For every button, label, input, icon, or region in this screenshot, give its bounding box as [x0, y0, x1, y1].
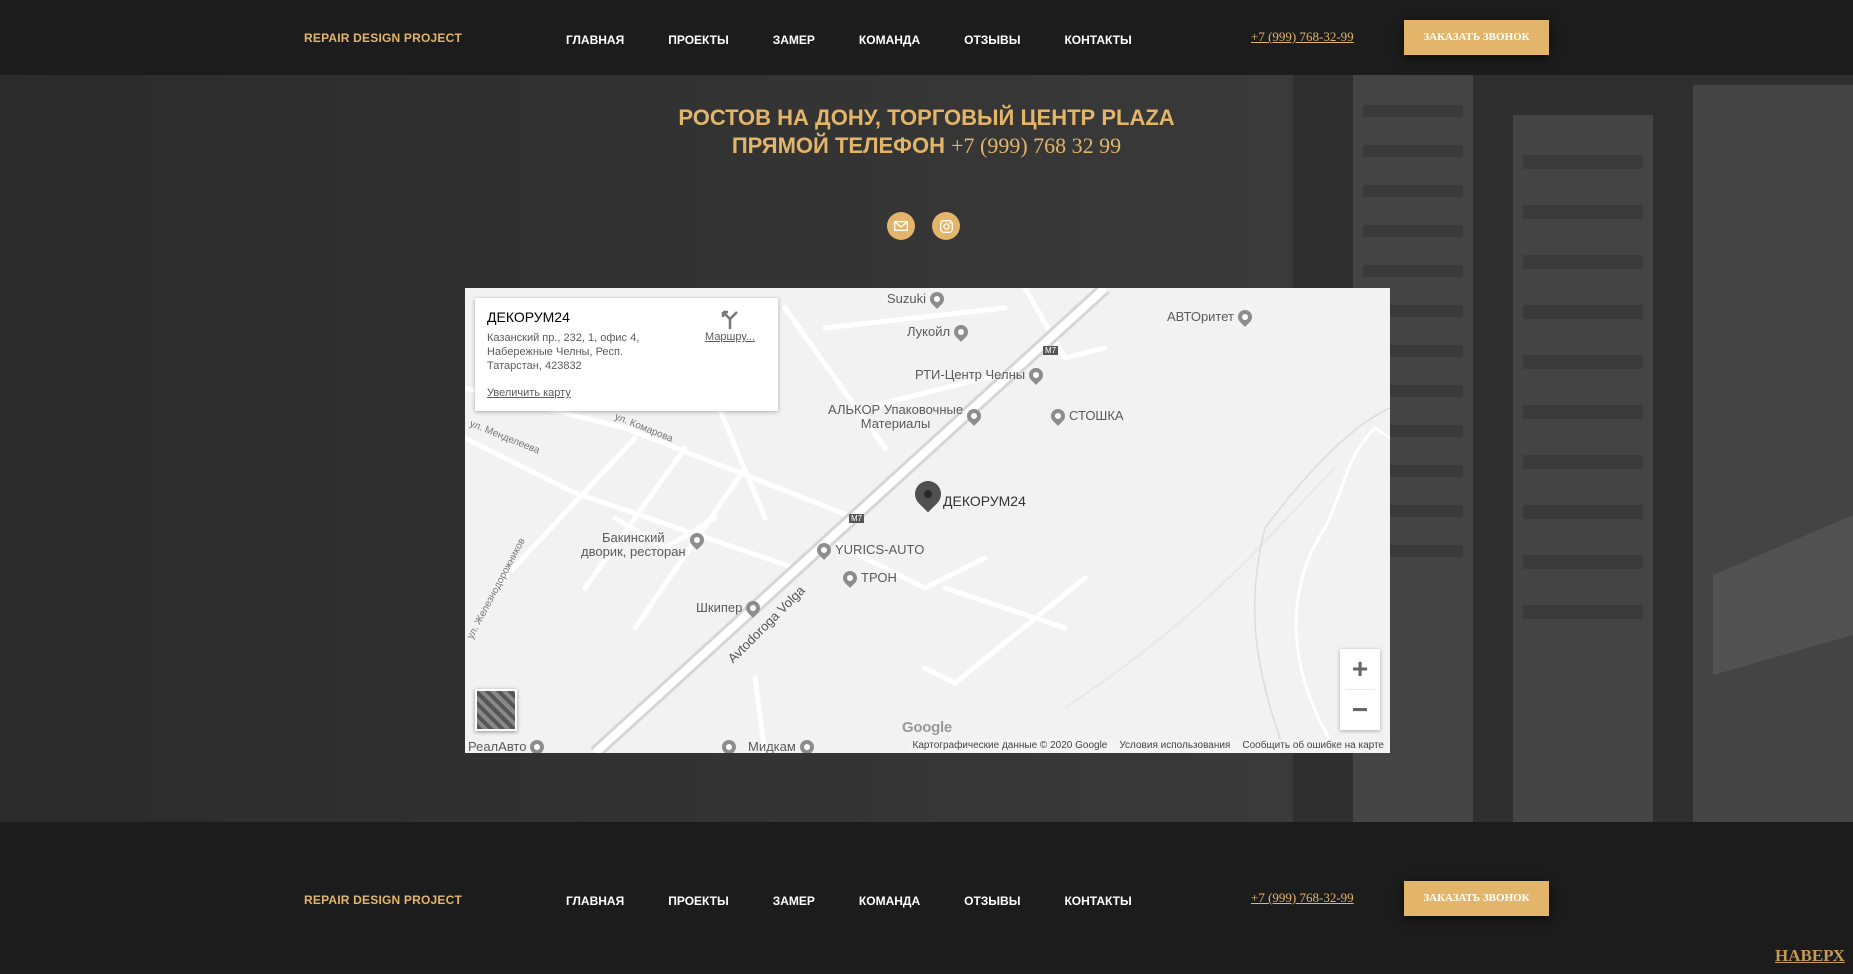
footer-nav-link-team[interactable]: КОМАНДА: [859, 894, 920, 908]
shop-pin-icon: [840, 567, 860, 588]
instagram-social-button[interactable]: [932, 212, 960, 240]
directions-icon: [721, 310, 738, 329]
terms-of-use-link[interactable]: Условия использования: [1119, 740, 1230, 752]
map-place-card: ДЕКОРУМ24 Казанский пр., 232, 1, офис 4,…: [475, 298, 778, 411]
directions-label: Маршру...: [705, 331, 755, 343]
nav-link-projects[interactable]: ПРОЕКТЫ: [668, 33, 729, 47]
map-poi-stoshka[interactable]: СТОШКА: [1047, 405, 1124, 426]
site-footer: REPAIR DESIGN PROJECT ГЛАВНАЯ ПРОЕКТЫ ЗА…: [0, 822, 1853, 974]
nav-link-contacts[interactable]: КОНТАКТЫ: [1064, 33, 1131, 47]
contacts-address: РОСТОВ НА ДОНУ, ТОРГОВЫЙ ЦЕНТР PLAZA: [678, 105, 1175, 130]
shop-pin-icon: [927, 288, 947, 309]
map-data-credit: Картографические данные © 2020 Google: [912, 740, 1108, 751]
footer-nav-link-projects[interactable]: ПРОЕКТЫ: [668, 894, 729, 908]
shop-pin-icon: [796, 736, 817, 753]
shop-pin-icon: [527, 736, 548, 753]
direct-phone-label: ПРЯМОЙ ТЕЛЕФОН: [731, 133, 945, 158]
place-pin-icon: [719, 736, 739, 753]
place-name: ДЕКОРУМ24: [487, 309, 570, 325]
zoom-in-button[interactable]: +: [1340, 649, 1380, 689]
map-poi-tron[interactable]: ТРОН: [839, 567, 897, 588]
map-poi-alkor[interactable]: АЛЬКОР Упаковочные Материалы: [828, 403, 985, 431]
footer-nav-link-contacts[interactable]: КОНТАКТЫ: [1064, 894, 1131, 908]
directions-button[interactable]: Маршру...: [700, 309, 760, 343]
map-poi-realavto[interactable]: РеалАвто: [468, 736, 548, 753]
shop-pin-icon: [1026, 364, 1046, 385]
map-zoom-controls: + −: [1340, 649, 1380, 730]
road-badge-m7: M7: [1043, 346, 1059, 355]
footer-phone-link[interactable]: +7 (999) 768-32-99: [1251, 890, 1354, 906]
footer-logo[interactable]: REPAIR DESIGN PROJECT: [304, 893, 462, 907]
contacts-phone-line: ПРЯМОЙ ТЕЛЕФОН +7 (999) 768 32 99: [0, 133, 1853, 159]
shop-pin-icon: [1235, 306, 1255, 327]
footer-nav: ГЛАВНАЯ ПРОЕКТЫ ЗАМЕР КОМАНДА ОТЗЫВЫ КОН…: [566, 894, 1132, 908]
location-marker-label: ДЕКОРУМ24: [943, 493, 1026, 509]
shop-pin-icon: [814, 539, 834, 560]
place-pin-icon: [1048, 405, 1068, 426]
google-logo: Google: [902, 719, 952, 736]
map-poi-lukoil[interactable]: Лукойл: [907, 321, 972, 342]
map-poi-rti-center[interactable]: РТИ-Центр Челны: [915, 364, 1047, 385]
nav-link-reviews[interactable]: ОТЗЫВЫ: [964, 33, 1020, 47]
shop-pin-icon: [964, 406, 984, 426]
footer-request-call-button[interactable]: ЗАКАЗАТЬ ЗВОНОК: [1404, 881, 1549, 916]
mail-icon: [894, 221, 908, 231]
mail-social-button[interactable]: [887, 212, 915, 240]
shop-pin-icon: [743, 597, 764, 618]
google-map[interactable]: ул. Менделеева ул. Комарова ул. Железнод…: [465, 288, 1390, 753]
footer-nav-link-measure[interactable]: ЗАМЕР: [773, 894, 815, 908]
map-poi-yurics-auto[interactable]: YURICS-AUTO: [813, 539, 924, 560]
zoom-out-button[interactable]: −: [1340, 690, 1380, 730]
main-nav: ГЛАВНАЯ ПРОЕКТЫ ЗАМЕР КОМАНДА ОТЗЫВЫ КОН…: [566, 33, 1132, 47]
map-poi-shkiper[interactable]: Шкипер: [696, 597, 764, 618]
satellite-layer-toggle[interactable]: [475, 689, 517, 731]
map-poi-midkam[interactable]: Мидкам: [718, 736, 818, 753]
map-poi-avtoritet[interactable]: АВТОритет: [1167, 306, 1256, 327]
instagram-icon: [939, 219, 953, 233]
restaurant-pin-icon: [686, 530, 707, 550]
enlarge-map-link[interactable]: Увеличить карту: [487, 387, 571, 399]
site-header: REPAIR DESIGN PROJECT ГЛАВНАЯ ПРОЕКТЫ ЗА…: [0, 0, 1853, 75]
footer-nav-link-home[interactable]: ГЛАВНАЯ: [566, 894, 624, 908]
map-poi-suzuki[interactable]: Suzuki: [887, 288, 948, 309]
map-poi-bakinsky-dvorik[interactable]: Бакинский дворик, ресторан: [581, 530, 708, 559]
road-badge-m7: M7: [849, 514, 865, 523]
map-attribution: Картографические данные © 2020 Google Ус…: [906, 739, 1390, 753]
direct-phone-number[interactable]: +7 (999) 768 32 99: [951, 133, 1121, 158]
nav-link-home[interactable]: ГЛАВНАЯ: [566, 33, 624, 47]
report-map-error-link[interactable]: Сообщить об ошибке на карте: [1242, 740, 1384, 752]
nav-link-team[interactable]: КОМАНДА: [859, 33, 920, 47]
back-to-top-link[interactable]: НАВЕРХ: [1775, 946, 1845, 966]
nav-link-measure[interactable]: ЗАМЕР: [773, 33, 815, 47]
fuel-pin-icon: [951, 321, 971, 342]
footer-nav-link-reviews[interactable]: ОТЗЫВЫ: [964, 894, 1020, 908]
site-logo[interactable]: REPAIR DESIGN PROJECT: [304, 31, 462, 45]
place-address: Казанский пр., 232, 1, офис 4, Набережны…: [487, 332, 640, 372]
header-phone-link[interactable]: +7 (999) 768-32-99: [1251, 29, 1354, 45]
request-call-button[interactable]: ЗАКАЗАТЬ ЗВОНОК: [1404, 20, 1549, 55]
